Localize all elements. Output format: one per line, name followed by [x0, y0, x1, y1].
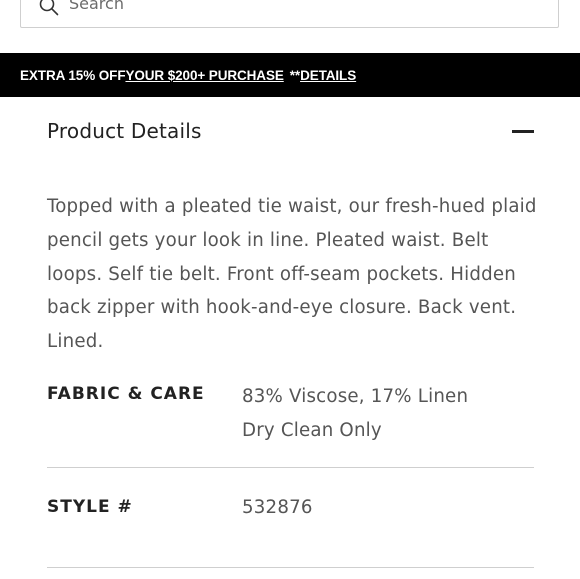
search-input[interactable]: [69, 0, 469, 15]
promo-purchase-link[interactable]: YOUR $200+ PURCHASE: [125, 68, 283, 83]
spec-row-fabric-care: FABRIC & CARE 83% Viscose, 17% Linen Dry…: [47, 380, 534, 468]
promo-text: EXTRA 15% OFF: [20, 67, 126, 83]
spec-label: STYLE #: [47, 497, 133, 517]
spec-value: Dry Clean Only: [242, 420, 382, 441]
minus-icon[interactable]: [512, 129, 534, 133]
spec-values: 532876: [242, 491, 313, 525]
spec-value: 83% Viscose, 17% Linen: [242, 386, 469, 407]
search-bar[interactable]: [20, 0, 559, 28]
spec-label: FABRIC & CARE: [47, 384, 205, 404]
product-details-toggle[interactable]: Product Details: [47, 108, 537, 154]
product-details-title: Product Details: [47, 119, 202, 143]
spec-values: 83% Viscose, 17% Linen Dry Clean Only: [242, 380, 468, 448]
product-description: Topped with a pleated tie waist, our fre…: [47, 196, 537, 353]
promo-banner: EXTRA 15% OFF YOUR $200+ PURCHASE ** DET…: [0, 53, 580, 97]
spec-value: 532876: [242, 497, 313, 518]
promo-asterisks: **: [289, 67, 301, 83]
page: EXTRA 15% OFF YOUR $200+ PURCHASE ** DET…: [0, 0, 580, 579]
search-icon: [39, 0, 59, 16]
spec-row-style: STYLE # 532876: [47, 467, 534, 568]
promo-details-link[interactable]: DETAILS: [300, 68, 356, 83]
